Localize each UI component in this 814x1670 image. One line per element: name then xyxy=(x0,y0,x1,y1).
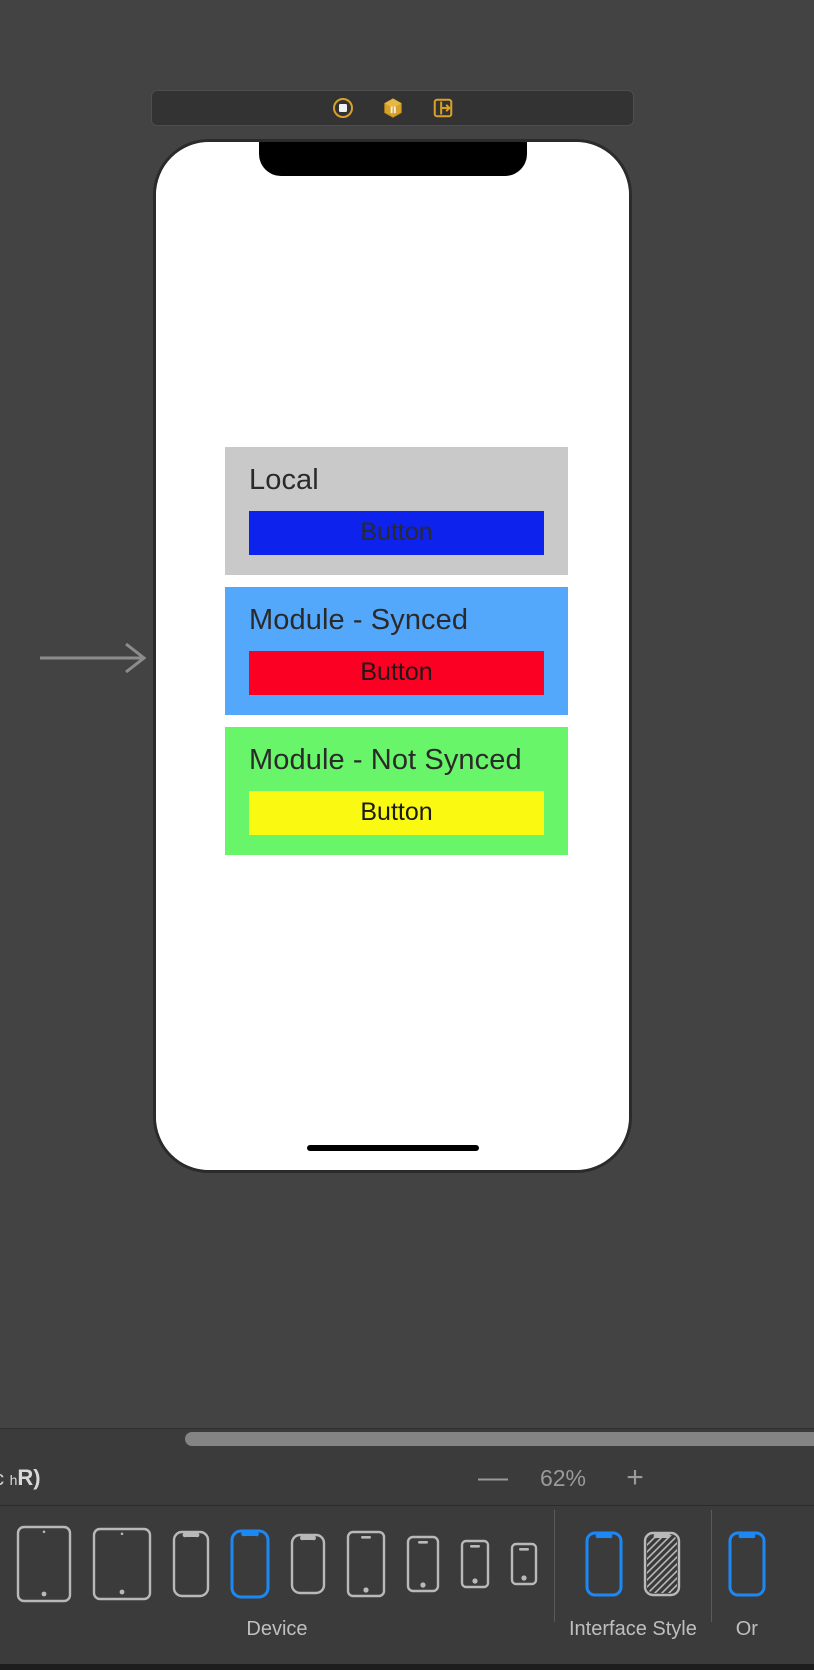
zoom-in-button[interactable]: + xyxy=(622,1463,648,1493)
inspect-variants-icon[interactable] xyxy=(380,96,406,120)
orientation-portrait[interactable] xyxy=(726,1529,768,1599)
device-iphone-12-mini[interactable] xyxy=(170,1528,212,1600)
device-iphone-se-small[interactable] xyxy=(508,1540,540,1588)
device-iphone-se[interactable] xyxy=(458,1537,492,1591)
zoom-bar: c hR) — 62% + xyxy=(0,1450,814,1506)
interface-style-dark[interactable] xyxy=(641,1529,683,1599)
device-ipad-pro-large[interactable] xyxy=(14,1523,74,1605)
section-local: Local Button xyxy=(225,447,568,575)
group-label: Device xyxy=(246,1618,308,1640)
device-iphone-8-plus[interactable] xyxy=(344,1528,388,1600)
device-settings-bar: Device Interface Style Or xyxy=(0,1506,814,1666)
section-button-local[interactable]: Button xyxy=(249,510,544,555)
preview-content-stack: Local Button Module - Synced Button Modu… xyxy=(225,447,568,855)
zoom-level-label: 62% xyxy=(539,1464,587,1491)
device-ipad-pro[interactable] xyxy=(90,1525,154,1603)
preview-window: Local Button Module - Synced Button Modu… xyxy=(0,0,814,1670)
window-bottom-edge xyxy=(0,1664,814,1670)
preview-canvas[interactable]: Local Button Module - Synced Button Modu… xyxy=(0,0,814,1434)
device-description-bold: R) xyxy=(17,1465,41,1490)
group-icons xyxy=(726,1506,768,1618)
preview-toolbar xyxy=(151,90,634,126)
zoom-controls: — 62% + xyxy=(478,1450,648,1506)
zoom-out-button[interactable]: — xyxy=(478,1463,508,1493)
section-module-not-synced: Module - Not Synced Button xyxy=(225,726,568,855)
device-description: c hR) xyxy=(0,1465,41,1491)
interface-style-light[interactable] xyxy=(583,1529,625,1599)
device-screen[interactable]: Local Button Module - Synced Button Modu… xyxy=(156,142,629,1170)
section-button-module-synced[interactable]: Button xyxy=(249,650,544,695)
group-label: Or xyxy=(735,1618,758,1640)
device-frame: Local Button Module - Synced Button Modu… xyxy=(153,139,632,1173)
section-title: Module - Not Synced xyxy=(249,743,522,776)
horizontal-scrollbar-thumb[interactable] xyxy=(185,1432,814,1446)
section-button-module-not-synced[interactable]: Button xyxy=(249,790,544,835)
group-icons xyxy=(14,1506,540,1618)
device-notch xyxy=(258,142,527,176)
section-title: Local xyxy=(249,464,319,496)
home-indicator xyxy=(306,1145,479,1151)
device-iphone-12-pro[interactable] xyxy=(228,1527,272,1601)
canvas-pointer-arrow xyxy=(40,642,147,674)
bring-forward-icon[interactable] xyxy=(430,96,456,120)
bar-group-interface-style: Interface Style xyxy=(555,1506,711,1666)
group-label: Interface Style xyxy=(569,1618,697,1640)
bar-group-device: Device xyxy=(0,1506,554,1666)
group-icons xyxy=(583,1506,683,1618)
device-iphone-11[interactable] xyxy=(288,1531,328,1597)
device-description-prefix: c xyxy=(0,1468,4,1490)
section-module-synced: Module - Synced Button xyxy=(225,586,568,715)
live-preview-icon[interactable] xyxy=(330,96,356,120)
device-iphone-8[interactable] xyxy=(404,1533,442,1595)
bar-group-or: Or xyxy=(712,1506,782,1666)
section-title: Module - Synced xyxy=(249,603,469,636)
